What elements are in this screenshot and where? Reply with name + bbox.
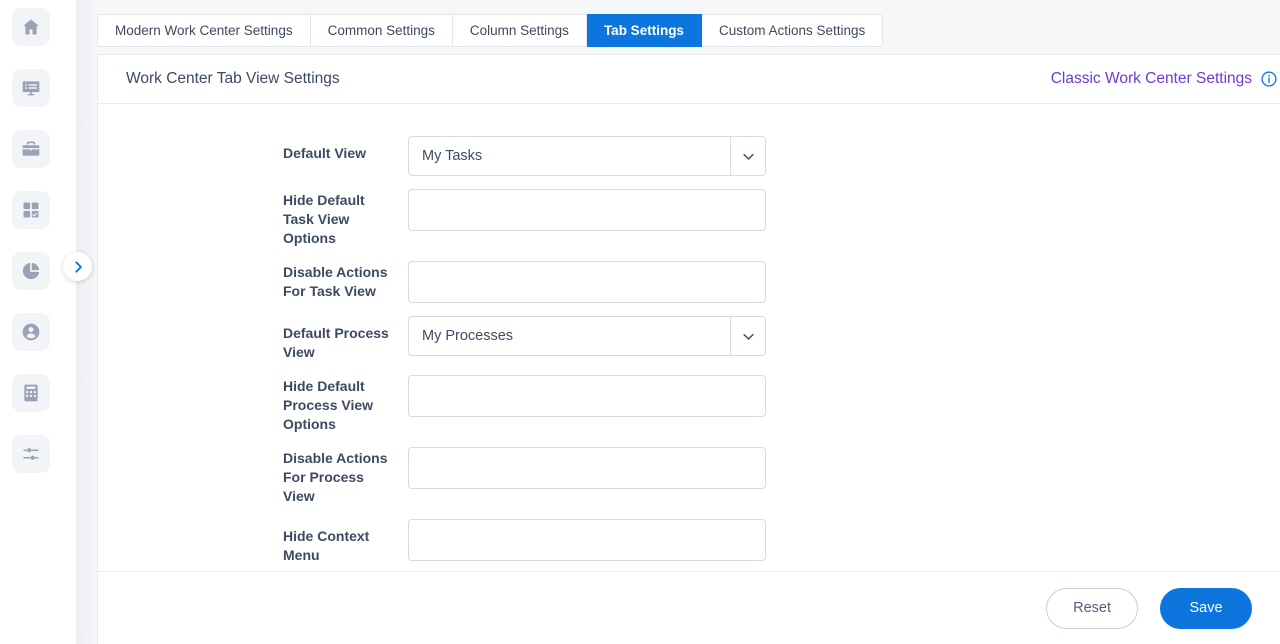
sidebar-item-reports[interactable] [12,252,50,290]
tab-column-settings[interactable]: Column Settings [452,14,587,47]
default-process-view-select[interactable]: My Processes [408,316,766,356]
sidebar-item-calculator[interactable] [12,374,50,412]
field-hide-context-menu [408,519,766,561]
info-circle-icon[interactable] [1260,70,1278,88]
sidebar-item-work-center[interactable] [12,130,50,168]
field-hide-default-task-view-options [408,189,766,231]
label-default-process-view: Default Process View [283,325,389,360]
tab-modern-work-center-settings[interactable]: Modern Work Center Settings [97,14,311,47]
calculator-icon [21,383,41,403]
chevron-down-icon[interactable] [730,317,765,355]
disable-actions-for-task-view-input[interactable] [408,261,766,303]
chevron-down-icon[interactable] [730,137,765,175]
label-hide-default-process-view-options: Hide Default Process View Options [283,378,374,432]
home-icon [21,17,41,37]
sidebar-rail [0,0,62,644]
default-process-view-value: My Processes [422,328,514,344]
form-row-default-process-view: Default Process View My Processes [98,316,1280,362]
sidebar-item-users[interactable] [12,313,50,351]
label-hide-default-task-view-options: Hide Default Task View Options [283,192,365,246]
sidebar-item-tasks[interactable] [12,191,50,229]
hide-context-menu-input[interactable] [408,519,766,561]
hide-default-task-view-options-input[interactable] [408,189,766,231]
label-default-view: Default View [283,145,366,161]
pie-chart-icon [21,261,41,281]
main-content-area: Modern Work Center Settings Common Setti… [95,0,1280,644]
field-disable-actions-for-task-view [408,261,766,303]
card-footer: Reset Save [98,571,1280,644]
chevron-right-icon [71,260,85,274]
save-button[interactable]: Save [1160,587,1252,629]
sidebar-item-dashboard[interactable] [12,69,50,107]
disable-actions-for-process-view-input[interactable] [408,447,766,489]
label-disable-actions-for-process-view: Disable Actions For Process View [283,450,388,504]
label-hide-context-menu: Hide Context Menu [283,528,370,563]
form-row-default-view: Default View My Tasks [98,136,1280,176]
settings-tab-bar: Modern Work Center Settings Common Setti… [97,14,1280,47]
form-row-hide-default-task-view-options: Hide Default Task View Options [98,189,1280,248]
tab-tab-settings[interactable]: Tab Settings [586,14,702,47]
page-title: Work Center Tab View Settings [126,70,340,87]
default-view-select[interactable]: My Tasks [408,136,766,176]
form-row-hide-default-process-view-options: Hide Default Process View Options [98,375,1280,434]
card-header: Work Center Tab View Settings Classic Wo… [98,55,1280,104]
default-view-value: My Tasks [422,148,483,164]
reset-button[interactable]: Reset [1046,587,1138,629]
task-grid-icon [21,200,41,220]
label-disable-actions-for-task-view: Disable Actions For Task View [283,264,388,299]
settings-card: Work Center Tab View Settings Classic Wo… [97,54,1280,644]
hide-default-process-view-options-input[interactable] [408,375,766,417]
user-icon [21,322,41,342]
field-disable-actions-for-process-view [408,447,766,489]
rail-separator [62,0,95,644]
field-hide-default-process-view-options [408,375,766,417]
field-default-view: My Tasks [408,136,766,176]
settings-form: Default View My Tasks Hide Default Task … [98,104,1280,571]
classic-work-center-settings-link[interactable]: Classic Work Center Settings [1051,70,1252,88]
dashboard-monitor-icon [21,78,41,98]
sidebar-toggle-button[interactable] [63,252,92,281]
form-row-hide-context-menu: Hide Context Menu [98,519,1280,565]
tab-custom-actions-settings[interactable]: Custom Actions Settings [701,14,884,47]
classic-settings-link-group: Classic Work Center Settings [1051,70,1280,88]
form-row-disable-actions-for-task-view: Disable Actions For Task View [98,261,1280,303]
briefcase-icon [21,139,41,159]
sidebar-item-settings[interactable] [12,435,50,473]
field-default-process-view: My Processes [408,316,766,356]
sliders-icon [21,444,41,464]
form-row-disable-actions-for-process-view: Disable Actions For Process View [98,447,1280,506]
sidebar-item-home[interactable] [12,8,50,46]
app-shell: Modern Work Center Settings Common Setti… [0,0,1280,644]
tab-common-settings[interactable]: Common Settings [310,14,453,47]
